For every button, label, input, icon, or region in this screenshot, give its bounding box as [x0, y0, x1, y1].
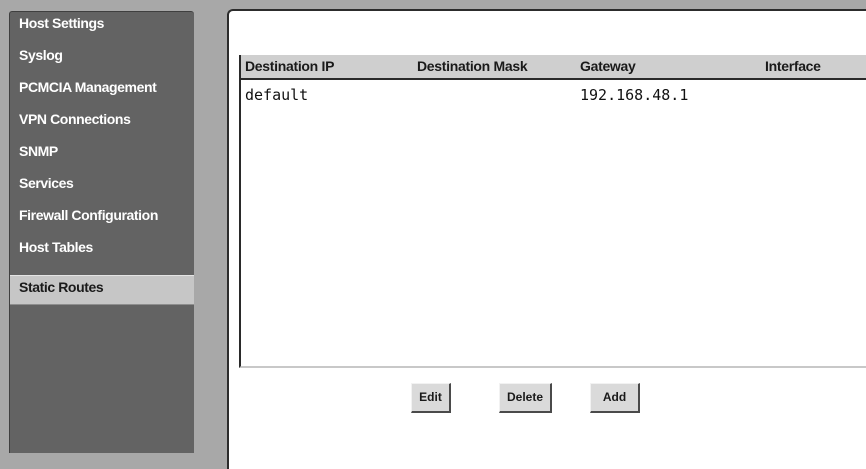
static-routes-panel: Destination IP Destination Mask Gateway … [227, 9, 866, 469]
table-row[interactable]: default 192.168.48.1 [241, 82, 866, 104]
sidebar-item-host-tables[interactable]: Host Tables [10, 236, 194, 266]
column-header-destination-ip: Destination IP [245, 58, 335, 74]
sidebar-item-host-settings[interactable]: Host Settings [10, 12, 194, 42]
sidebar-item-snmp[interactable]: SNMP [10, 140, 194, 170]
sidebar-item-static-routes[interactable]: Static Routes [10, 275, 194, 305]
column-header-destination-mask: Destination Mask [417, 58, 528, 74]
delete-button[interactable]: Delete [499, 383, 552, 413]
sidebar-item-pcmcia-management[interactable]: PCMCIA Management [10, 76, 194, 106]
sidebar-item-firewall-configuration[interactable]: Firewall Configuration [10, 204, 194, 234]
sidebar-item-services[interactable]: Services [10, 172, 194, 202]
sidebar-item-vpn-connections[interactable]: VPN Connections [10, 108, 194, 138]
column-header-gateway: Gateway [580, 58, 636, 74]
cell-gateway: 192.168.48.1 [580, 86, 689, 104]
cell-destination-ip: default [245, 86, 309, 104]
routes-table: Destination IP Destination Mask Gateway … [239, 55, 866, 368]
edit-button[interactable]: Edit [411, 383, 451, 413]
add-button[interactable]: Add [590, 383, 640, 413]
table-header: Destination IP Destination Mask Gateway … [241, 55, 866, 80]
sidebar-nav: Host Settings Syslog PCMCIA Management V… [9, 11, 194, 453]
column-header-interface: Interface [765, 58, 821, 74]
sidebar-item-syslog[interactable]: Syslog [10, 44, 194, 74]
